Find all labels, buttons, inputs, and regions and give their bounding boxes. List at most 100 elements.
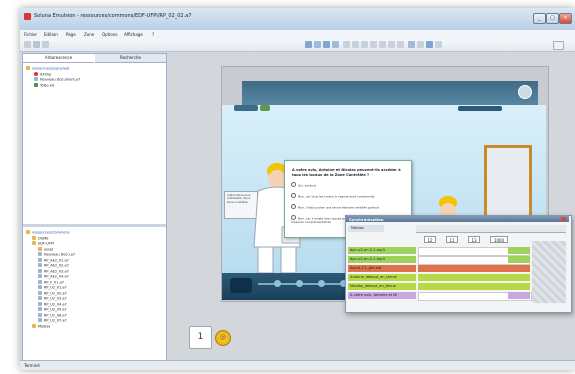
answer-option[interactable]: Non, car tous les locaux à risques sont … xyxy=(291,193,407,199)
tree-item[interactable]: Medias xyxy=(26,323,75,330)
menu-options[interactable]: Options xyxy=(102,32,117,37)
panel-splitter[interactable] xyxy=(23,224,166,227)
tool-icon[interactable] xyxy=(417,41,424,48)
open-icon[interactable] xyxy=(33,41,40,48)
tree-commons: ressources/Commons DGME EDF-UFPI asset N… xyxy=(26,230,75,329)
sync-row[interactable]: dpn-u2-en-2-1.mp3 xyxy=(348,247,530,256)
error-icon xyxy=(34,71,38,76)
time-field[interactable]: 12 xyxy=(424,236,436,243)
menu-edition[interactable]: Edition xyxy=(44,32,58,37)
folder-icon xyxy=(32,323,36,328)
document-icon xyxy=(38,290,42,295)
left-leg xyxy=(257,246,274,273)
document-icon xyxy=(38,252,42,256)
menu-page[interactable]: Page xyxy=(66,32,76,37)
window-title: Soluna Emulsion - ressources/commons/EDF… xyxy=(34,13,192,19)
sync-panel-header: Synchronisation xyxy=(346,216,569,222)
step-icon[interactable] xyxy=(318,280,325,287)
sync-row[interactable]: dpn-u2-en-2-1.mp3 xyxy=(348,256,530,265)
tool-icon[interactable] xyxy=(370,41,377,48)
sync-row[interactable]: A votre avis, Antoine et Ni xyxy=(348,292,532,301)
answer-option[interactable]: Non, il faut porter une tenue étanche ve… xyxy=(291,204,407,210)
sync-panel: Synchronisation Médias 12 11 13 1000 dpn… xyxy=(345,215,572,313)
menu-help[interactable]: ? xyxy=(152,32,154,37)
spreadsheet-icon xyxy=(34,82,38,87)
close-icon[interactable] xyxy=(561,217,566,221)
tool-icon[interactable] xyxy=(435,41,442,48)
status-text: Terminé xyxy=(24,363,40,368)
title-bar: Soluna Emulsion - ressources/commons/EDF… xyxy=(20,8,575,30)
time-field[interactable]: 11 xyxy=(446,236,458,243)
document-icon xyxy=(38,312,42,317)
time-field[interactable]: 13 xyxy=(468,236,480,243)
document-icon xyxy=(38,301,42,306)
document-icon xyxy=(38,263,42,267)
folder-icon xyxy=(26,230,30,234)
logo-icon xyxy=(234,105,258,111)
menu-fichier[interactable]: Fichier xyxy=(24,32,37,37)
folder-icon xyxy=(26,66,30,70)
sync-row[interactable]: Avant_C1_gfx.swf xyxy=(348,265,530,272)
step-icon[interactable] xyxy=(296,280,303,287)
tool-icon[interactable] xyxy=(408,41,415,48)
tool-icon[interactable] xyxy=(305,41,312,48)
tool-icon[interactable] xyxy=(332,41,339,48)
coin-icon[interactable]: @ xyxy=(215,330,231,346)
app-window: Soluna Emulsion - ressources/commons/EDF… xyxy=(20,8,575,370)
document-icon xyxy=(34,77,38,81)
badge-icon xyxy=(260,105,270,111)
tree-users: ressources/users/root 0Ximp Nouveau Docu… xyxy=(26,66,80,88)
folder-icon xyxy=(32,235,36,240)
sync-row[interactable]: Antoine_debout_en_tenue xyxy=(348,274,530,281)
time-ruler xyxy=(416,225,566,233)
tool-icon[interactable] xyxy=(397,41,404,48)
menu-affichage[interactable]: Affichage xyxy=(124,32,143,37)
timeline-empty-area xyxy=(532,241,566,303)
close-button[interactable]: × xyxy=(559,13,572,24)
document-icon xyxy=(38,257,42,262)
exit-icon[interactable] xyxy=(518,85,532,99)
media-header: Médias xyxy=(348,225,384,232)
status-bar: Terminé xyxy=(20,360,575,370)
radio-icon xyxy=(291,204,296,209)
tree-item[interactable]: ToDo.xls xyxy=(26,82,80,89)
sync-row[interactable]: Nicolas_debout_en_tenue xyxy=(348,283,530,290)
tool-icon[interactable] xyxy=(361,41,368,48)
document-icon xyxy=(38,285,42,289)
explorer-panel: Arborescence Recherche ressources/users/… xyxy=(22,53,167,361)
tool-icon[interactable] xyxy=(323,41,330,48)
progress-strip xyxy=(458,106,502,111)
maximize-button[interactable]: □ xyxy=(546,13,559,24)
radio-icon xyxy=(291,182,296,187)
tab-recherche[interactable]: Recherche xyxy=(95,54,166,63)
duration-field[interactable]: 1000 xyxy=(490,236,508,243)
page-thumbnail[interactable]: 1 xyxy=(189,326,212,349)
editor-area: Instructions pour l'utilisation de la zo… xyxy=(168,53,575,359)
answer-option[interactable]: Oui, partout xyxy=(291,182,407,188)
question-text: A votre avis, Antoine et Nicolas peuvent… xyxy=(292,168,401,177)
tool-icon[interactable] xyxy=(426,41,433,48)
document-icon xyxy=(38,318,42,322)
document-icon xyxy=(38,268,42,273)
folder-icon xyxy=(32,241,36,245)
tool-icon[interactable] xyxy=(388,41,395,48)
tool-icon[interactable] xyxy=(343,41,350,48)
zoom-dropdown[interactable] xyxy=(553,41,564,50)
menu-zone[interactable]: Zone xyxy=(84,32,94,37)
document-icon xyxy=(38,296,42,300)
right-leg xyxy=(280,246,297,273)
document-icon xyxy=(38,307,42,311)
save-icon[interactable] xyxy=(42,41,49,48)
document-icon xyxy=(38,274,42,278)
tool-icon[interactable] xyxy=(352,41,359,48)
step-icon[interactable] xyxy=(274,280,281,287)
tool-icon[interactable] xyxy=(314,41,321,48)
tool-icon[interactable] xyxy=(379,41,386,48)
folder-icon xyxy=(38,246,42,251)
page-thumbnails: 1 @ xyxy=(187,325,247,355)
home-icon[interactable] xyxy=(230,278,252,293)
tab-arborescence[interactable]: Arborescence xyxy=(23,54,94,63)
new-icon[interactable] xyxy=(24,41,31,48)
menu-bar: Fichier Edition Page Zone Options Affich… xyxy=(20,30,575,39)
minimize-button[interactable]: _ xyxy=(533,13,546,24)
